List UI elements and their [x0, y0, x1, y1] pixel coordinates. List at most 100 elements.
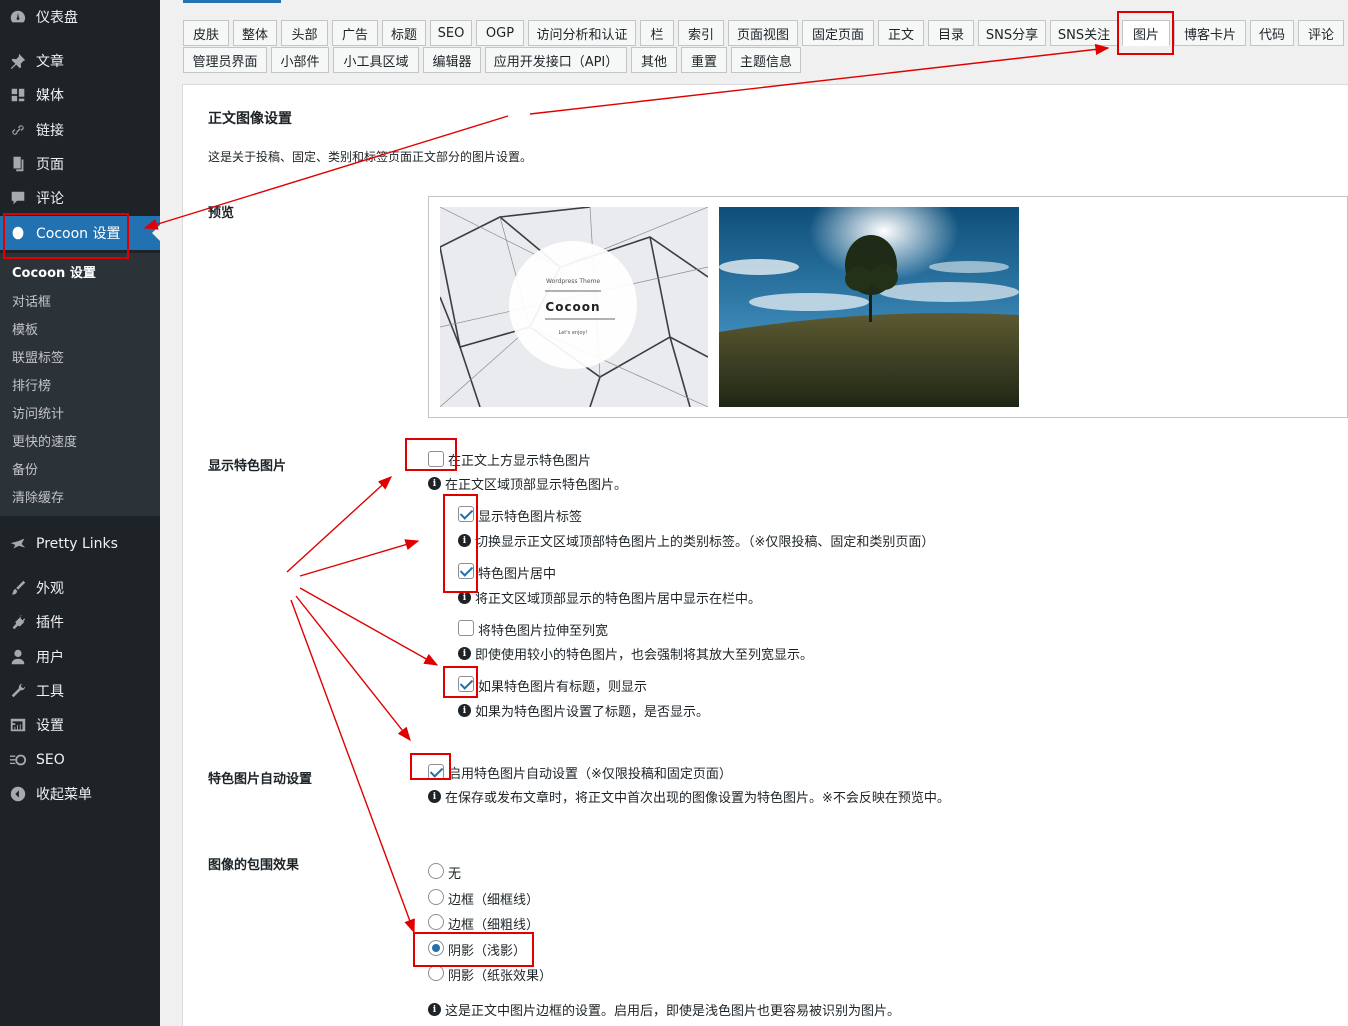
wrap-shadow-paper-label: 阴影（纸张效果）	[448, 969, 553, 984]
tab-widget-area[interactable]: 小工具区域	[333, 47, 419, 73]
wrap-border-bold-radio[interactable]	[428, 914, 444, 930]
tab-reset[interactable]: 重置	[681, 47, 727, 73]
sidebar-item-settings[interactable]: 设置	[0, 708, 160, 742]
info-icon: i	[428, 790, 441, 803]
annotation-box-image-tab	[1117, 11, 1174, 55]
info-icon: i	[428, 477, 441, 490]
sidebar-item-label: 链接	[36, 123, 64, 139]
info-text: 切换显示正文区域顶部特色图片上的类别标签。（※仅限投稿、固定和类别页面）	[475, 535, 935, 550]
tab-fixed-page[interactable]: 固定页面	[802, 20, 874, 46]
sidebar-item-appearance[interactable]: 外观	[0, 571, 160, 605]
sidebar-item-media[interactable]: 媒体	[0, 78, 160, 112]
submenu-item-access-stats[interactable]: 访问统计	[12, 403, 64, 422]
submenu-item-template[interactable]: 模板	[12, 319, 38, 338]
sidebar-item-tools[interactable]: 工具	[0, 674, 160, 708]
wrap-shadow-paper-radio[interactable]	[428, 965, 444, 981]
tab-api[interactable]: 应用开发接口（API）	[485, 47, 627, 73]
tab-widgets[interactable]: 小部件	[271, 47, 329, 73]
annotation-box-auto-checkbox	[410, 753, 451, 780]
thumbnail-title: Cocoon	[545, 300, 600, 314]
info-text: 如果为特色图片设置了标题，是否显示。	[475, 705, 710, 720]
annotation-box-checkbox-2-3	[443, 494, 478, 593]
tab-column[interactable]: 栏	[640, 20, 674, 46]
tab-blog-card[interactable]: 博客卡片	[1174, 20, 1246, 46]
tab-header[interactable]: 头部	[281, 20, 328, 46]
section-description: 这是关于投稿、固定、类别和标签页面正文部分的图片设置。	[208, 150, 533, 164]
info-text: 在正文区域顶部显示特色图片。	[445, 478, 628, 493]
dashboard-icon	[0, 8, 36, 26]
sidebar-item-label: 媒体	[36, 88, 64, 104]
tab-other[interactable]: 其他	[631, 47, 677, 73]
auto-featured-label: 特色图片自动设置	[208, 772, 313, 787]
submenu-item-backup[interactable]: 备份	[12, 459, 38, 478]
preview-box: Wordpress Theme Cocoon Let's enjoy!	[428, 196, 1348, 418]
stretch-featured-image-checkbox[interactable]	[458, 620, 474, 636]
sidebar-item-plugins[interactable]: 插件	[0, 605, 160, 639]
star-icon	[0, 535, 36, 553]
tab-ogp[interactable]: OGP	[476, 20, 524, 46]
sidebar-item-pretty-links[interactable]: Pretty Links	[0, 527, 160, 561]
sidebar-item-users[interactable]: 用户	[0, 640, 160, 674]
tab-editor[interactable]: 编辑器	[423, 47, 481, 73]
info-icon: i	[458, 704, 471, 717]
info-icon: i	[458, 647, 471, 660]
seo-icon	[0, 751, 36, 769]
wrap-none-radio[interactable]	[428, 863, 444, 879]
show-caption-info: i 如果为特色图片设置了标题，是否显示。	[458, 701, 709, 720]
link-icon	[0, 121, 36, 139]
wrap-border-bold-label: 边框（细粗线）	[448, 918, 540, 933]
sidebar-item-label: SEO	[36, 752, 65, 768]
sidebar-item-label: 仪表盘	[36, 10, 78, 26]
tab-sns-follow[interactable]: SNS关注	[1050, 20, 1118, 46]
sidebar-item-label: 设置	[36, 718, 64, 734]
sidebar-item-label: 评论	[36, 191, 64, 207]
plug-icon	[0, 613, 36, 631]
tab-admin-ui[interactable]: 管理员界面	[183, 47, 267, 73]
tab-title[interactable]: 标题	[382, 20, 426, 46]
tab-overall[interactable]: 整体	[233, 20, 277, 46]
wrap-border-thin-radio[interactable]	[428, 889, 444, 905]
preview-label: 预览	[208, 206, 235, 221]
tab-body[interactable]: 正文	[878, 20, 924, 46]
tab-analytics[interactable]: 访问分析和认证	[528, 20, 636, 46]
tab-ads[interactable]: 广告	[332, 20, 378, 46]
sidebar-item-seo[interactable]: SEO	[0, 743, 160, 777]
submenu-item-clear-cache[interactable]: 清除缓存	[12, 487, 64, 506]
sidebar-item-label: 收起菜单	[36, 787, 92, 803]
sidebar-item-comments[interactable]: 评论	[0, 181, 160, 215]
sidebar-collapse-menu[interactable]: 收起菜单	[0, 777, 160, 811]
info-text: 这是正文中图片边框的设置。启用后，即使是浅色图片也更容易被识别为图片。	[445, 1004, 901, 1019]
info-text: 将正文区域顶部显示的特色图片居中显示在栏中。	[475, 592, 762, 607]
tab-page-view[interactable]: 页面视图	[728, 20, 798, 46]
sidebar-item-posts[interactable]: 文章	[0, 44, 160, 78]
admin-sidebar: Cocoon 设置 对话框 模板 联盟标签 排行榜 访问统计 更快的速度 备份 …	[0, 0, 160, 1026]
auto-featured-option-label: 启用特色图片自动设置（※仅限投稿和固定页面）	[448, 767, 732, 782]
submenu-item-speed-up[interactable]: 更快的速度	[12, 431, 77, 450]
show-featured-image-label: 在正文上方显示特色图片	[448, 454, 592, 469]
tab-theme-info[interactable]: 主题信息	[731, 47, 801, 73]
sidebar-item-links[interactable]: 链接	[0, 113, 160, 147]
submenu-item-cocoon-settings[interactable]: Cocoon 设置	[12, 262, 96, 281]
annotation-box-checkbox-1	[405, 438, 457, 471]
thumbnail-network-image: Wordpress Theme Cocoon Let's enjoy!	[440, 207, 708, 407]
center-featured-image-info: i 将正文区域顶部显示的特色图片居中显示在栏中。	[458, 588, 761, 607]
tab-code[interactable]: 代码	[1250, 20, 1294, 46]
collapse-icon	[0, 785, 36, 803]
show-caption-label: 如果特色图片有标题，则显示	[478, 680, 648, 695]
tab-sns-share[interactable]: SNS分享	[978, 20, 1046, 46]
submenu-item-affiliate-tag[interactable]: 联盟标签	[12, 347, 64, 366]
submenu-item-ranking[interactable]: 排行榜	[12, 375, 51, 394]
page-icon	[0, 155, 36, 173]
wrench-icon	[0, 682, 36, 700]
sidebar-item-label: 工具	[36, 684, 64, 700]
sidebar-item-pages[interactable]: 页面	[0, 147, 160, 181]
tab-toc[interactable]: 目录	[928, 20, 974, 46]
tab-seo[interactable]: SEO	[430, 20, 472, 46]
wrap-effect-label: 图像的包围效果	[208, 858, 300, 873]
tab-index[interactable]: 索引	[678, 20, 724, 46]
tab-skin[interactable]: 皮肤	[183, 20, 229, 46]
tab-comments[interactable]: 评论	[1298, 20, 1344, 46]
submenu-item-dialog[interactable]: 对话框	[12, 291, 51, 310]
sidebar-item-dashboard[interactable]: 仪表盘	[0, 0, 160, 34]
auto-featured-info: i 在保存或发布文章时，将正文中首次出现的图像设置为特色图片。※不会反映在预览中。	[428, 787, 950, 806]
